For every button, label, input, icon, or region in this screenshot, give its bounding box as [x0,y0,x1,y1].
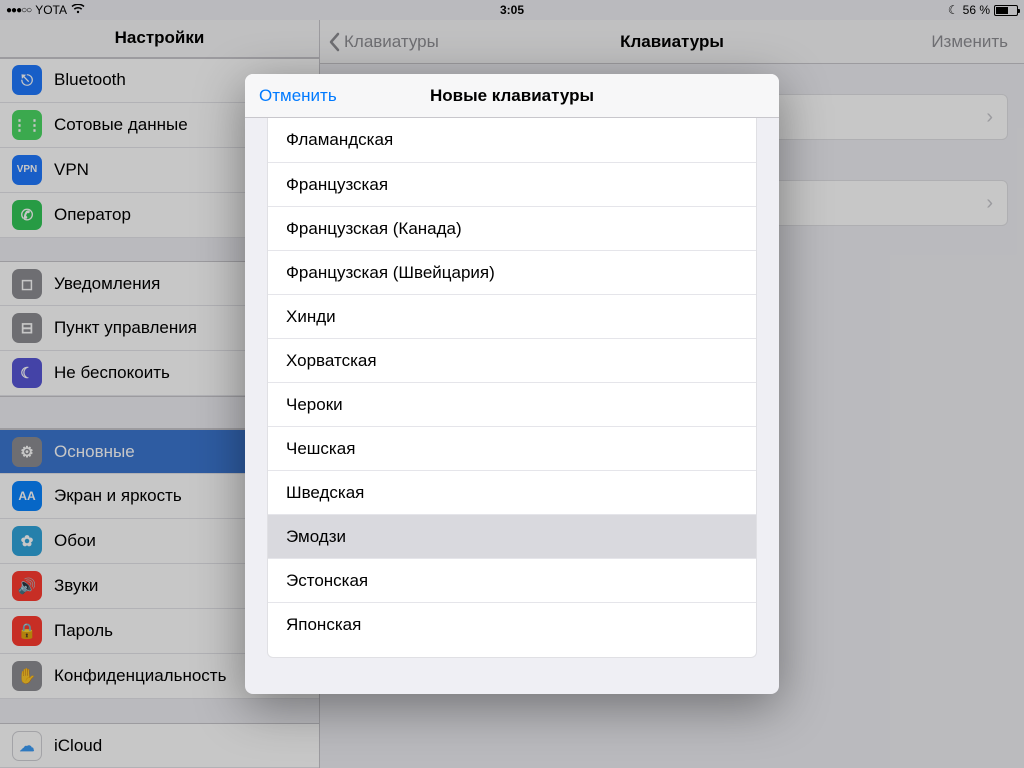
keyboard-language-item[interactable]: Японская [268,602,756,646]
add-keyboard-modal: Отменить Новые клавиатуры ФламандскаяФра… [245,74,779,694]
keyboard-language-item[interactable]: Хорватская [268,338,756,382]
keyboard-language-list[interactable]: ФламандскаяФранцузскаяФранцузская (Канад… [267,118,757,658]
keyboard-language-item[interactable]: Французская (Канада) [268,206,756,250]
keyboard-language-item[interactable]: Хинди [268,294,756,338]
keyboard-language-item[interactable]: Фламандская [268,118,756,162]
modal-title: Новые клавиатуры [430,86,594,106]
keyboard-language-item[interactable]: Эмодзи [268,514,756,558]
keyboard-language-item[interactable]: Французская [268,162,756,206]
keyboard-language-item[interactable]: Шведская [268,470,756,514]
cancel-button[interactable]: Отменить [259,74,337,117]
keyboard-language-item[interactable]: Эстонская [268,558,756,602]
keyboard-language-item[interactable]: Чероки [268,382,756,426]
modal-header: Отменить Новые клавиатуры [245,74,779,118]
keyboard-language-item[interactable]: Французская (Швейцария) [268,250,756,294]
keyboard-language-item[interactable]: Чешская [268,426,756,470]
